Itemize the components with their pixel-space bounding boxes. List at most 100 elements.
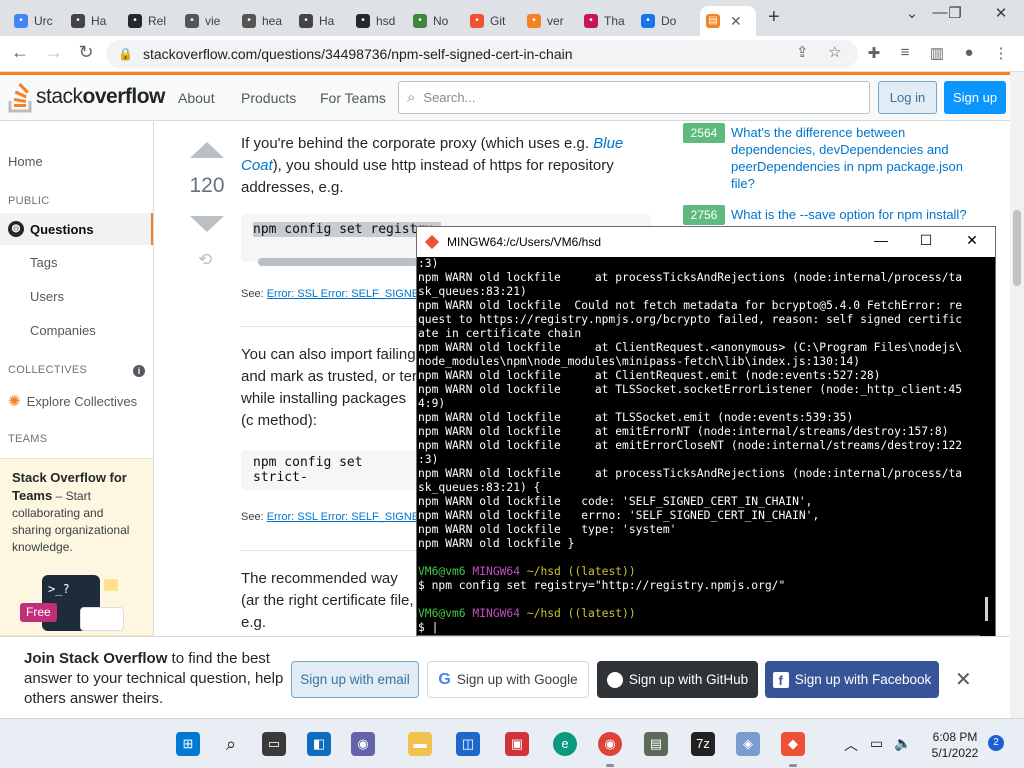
chrome-icon[interactable]: ◉ xyxy=(598,732,622,756)
banner-close-icon[interactable]: ✕ xyxy=(955,667,972,692)
search-placeholder: Search... xyxy=(423,90,476,105)
browser-tab[interactable]: • Rel xyxy=(122,6,176,36)
browser-tab[interactable]: • Urc xyxy=(8,6,62,36)
facebook-icon: f xyxy=(772,671,789,688)
browser-tab[interactable]: • Ha xyxy=(65,6,119,36)
network-icon[interactable]: ▭ xyxy=(870,735,883,752)
store-icon[interactable]: ◫ xyxy=(456,732,480,756)
back-button[interactable]: ← xyxy=(8,42,32,63)
signup-google-button[interactable]: G Sign up with Google xyxy=(427,661,589,698)
extensions-icon[interactable]: ✚ xyxy=(863,44,885,62)
terminal-line: npm WARN old lockfile at TLSSocket.socke… xyxy=(418,383,963,396)
answer-paragraph-1: If you're behind the corporate proxy (wh… xyxy=(241,135,624,196)
stackoverflow-icon: ▤ xyxy=(706,14,720,28)
terminal-scrollbar[interactable] xyxy=(980,257,995,637)
signup-github-button[interactable]: Sign up with GitHub xyxy=(597,661,758,698)
related-question-link[interactable]: What's the difference between dependenci… xyxy=(731,124,981,192)
restore-button[interactable]: ❐ xyxy=(940,4,970,22)
history-icon[interactable]: ⟲ xyxy=(198,250,212,270)
start-icon[interactable]: ⊞ xyxy=(176,732,200,756)
browser-tab[interactable]: • Git xyxy=(464,6,518,36)
page-scroll-thumb[interactable] xyxy=(1013,210,1021,286)
terminal-output[interactable]: :3) npm WARN old lockfile at processTicks… xyxy=(417,257,979,637)
app-icon[interactable]: ▣ xyxy=(505,732,529,756)
code-scrollbar[interactable] xyxy=(258,258,418,266)
browser-tab[interactable]: • Ha xyxy=(293,6,347,36)
browser-tab[interactable]: • hsd xyxy=(350,6,404,36)
task-view-icon[interactable]: ▭ xyxy=(262,732,286,756)
tab-active[interactable]: ▤ ✕ xyxy=(700,6,756,36)
browser-tab[interactable]: • Tha xyxy=(578,6,632,36)
bookmark-star-icon[interactable]: ☆ xyxy=(828,43,841,61)
profile-icon[interactable]: ● xyxy=(958,44,980,61)
git-icon[interactable]: ◆ xyxy=(781,732,805,756)
search-icon[interactable]: ⌕ xyxy=(219,732,243,756)
terminal-line: 4:9) xyxy=(418,397,446,410)
edge-icon[interactable]: e xyxy=(553,732,577,756)
volume-icon[interactable]: 🔈 xyxy=(894,735,911,752)
sidebar-item-explore-collectives[interactable]: ✺ Explore Collectives xyxy=(8,392,137,410)
login-button[interactable]: Log in xyxy=(878,81,937,114)
new-tab-button[interactable]: + xyxy=(768,6,780,29)
sidebar-item-label: Questions xyxy=(30,221,94,237)
browser-tab[interactable]: • No xyxy=(407,6,461,36)
nav-about[interactable]: About xyxy=(178,90,215,106)
terminal-minimize-button[interactable]: — xyxy=(861,232,901,248)
signup-button[interactable]: Sign up xyxy=(944,81,1006,114)
nav-products[interactable]: Products xyxy=(241,90,296,106)
page-scrollbar[interactable] xyxy=(1010,72,1024,718)
media-icon[interactable]: ≡ xyxy=(894,44,916,61)
terminal-title-bar[interactable]: MINGW64:/c/Users/VM6/hsd — ☐ ✕ xyxy=(417,227,995,257)
app-icon[interactable]: ◈ xyxy=(736,732,760,756)
ssl-error-link[interactable]: Error: SSL Error: SELF_SIGNED xyxy=(267,511,427,523)
url-bar[interactable]: 🔒 stackoverflow.com/questions/34498736/n… xyxy=(106,40,858,68)
share-icon[interactable]: ⇪ xyxy=(796,43,809,61)
window-close-button[interactable]: ✕ xyxy=(986,4,1016,22)
ssl-error-link[interactable]: Error: SSL Error: SELF_SIGNED xyxy=(267,288,427,300)
nav-for-teams[interactable]: For Teams xyxy=(320,90,386,106)
browser-tab[interactable]: • hea xyxy=(236,6,290,36)
tab-label: ver xyxy=(547,14,564,28)
browser-tab[interactable]: • vie xyxy=(179,6,233,36)
notification-badge[interactable]: 2 xyxy=(988,735,1004,751)
terminal-line: :3) xyxy=(418,257,439,270)
related-question-link[interactable]: What is the --save option for npm instal… xyxy=(731,206,981,223)
sidebar-item-tags[interactable]: Tags xyxy=(30,255,57,270)
side-panel-icon[interactable]: ▥ xyxy=(926,44,948,62)
terminal-scroll-thumb[interactable] xyxy=(985,597,988,621)
terminal-window[interactable]: MINGW64:/c/Users/VM6/hsd — ☐ ✕ :3) npm WA… xyxy=(416,226,996,637)
terminal-line: ate in certificate chain xyxy=(418,327,582,340)
terminal-maximize-button[interactable]: ☐ xyxy=(906,232,946,249)
7zip-icon[interactable]: 7z xyxy=(691,732,715,756)
window-collapse-button[interactable]: ⌄ xyxy=(897,4,927,22)
upvote-button[interactable] xyxy=(190,142,224,158)
forward-button[interactable]: → xyxy=(42,42,66,63)
clock[interactable]: 6:08 PM 5/1/2022 xyxy=(928,729,982,761)
downvote-button[interactable] xyxy=(190,216,224,232)
close-icon[interactable]: ✕ xyxy=(730,13,742,30)
sidebar-item-questions[interactable]: ◍ Questions xyxy=(0,213,153,245)
browser-tab[interactable]: • ver xyxy=(521,6,575,36)
search-icon: ⌕ xyxy=(407,89,416,106)
info-icon[interactable]: i xyxy=(133,365,145,377)
search-input[interactable]: ⌕ Search... xyxy=(398,81,870,114)
tray-chevron-icon[interactable]: ︿ xyxy=(844,735,858,755)
file-explorer-icon[interactable]: ▬ xyxy=(408,732,432,756)
answer-paragraph-2: You can also import failing and mark as … xyxy=(241,346,417,429)
sidebar-item-companies[interactable]: Companies xyxy=(30,323,96,338)
menu-icon[interactable]: ⋮ xyxy=(990,44,1012,62)
stackoverflow-logo[interactable]: stackoverflow xyxy=(8,81,165,113)
sidebar-item-users[interactable]: Users xyxy=(30,289,64,304)
signup-email-button[interactable]: Sign up with email xyxy=(291,661,419,698)
git-bash-icon xyxy=(425,235,439,249)
sidebar-item-home[interactable]: Home xyxy=(8,154,43,169)
browser-tab[interactable]: • Do xyxy=(635,6,689,36)
tab-label: hsd xyxy=(376,14,396,28)
widgets-icon[interactable]: ◧ xyxy=(307,732,331,756)
signup-facebook-button[interactable]: f Sign up with Facebook xyxy=(765,661,939,698)
teams-chat-icon[interactable]: ◉ xyxy=(351,732,375,756)
tab-label: Rel xyxy=(148,14,167,28)
terminal-app-icon[interactable]: ▤ xyxy=(644,732,668,756)
terminal-close-button[interactable]: ✕ xyxy=(952,232,992,249)
reload-button[interactable]: ↻ xyxy=(74,42,98,63)
